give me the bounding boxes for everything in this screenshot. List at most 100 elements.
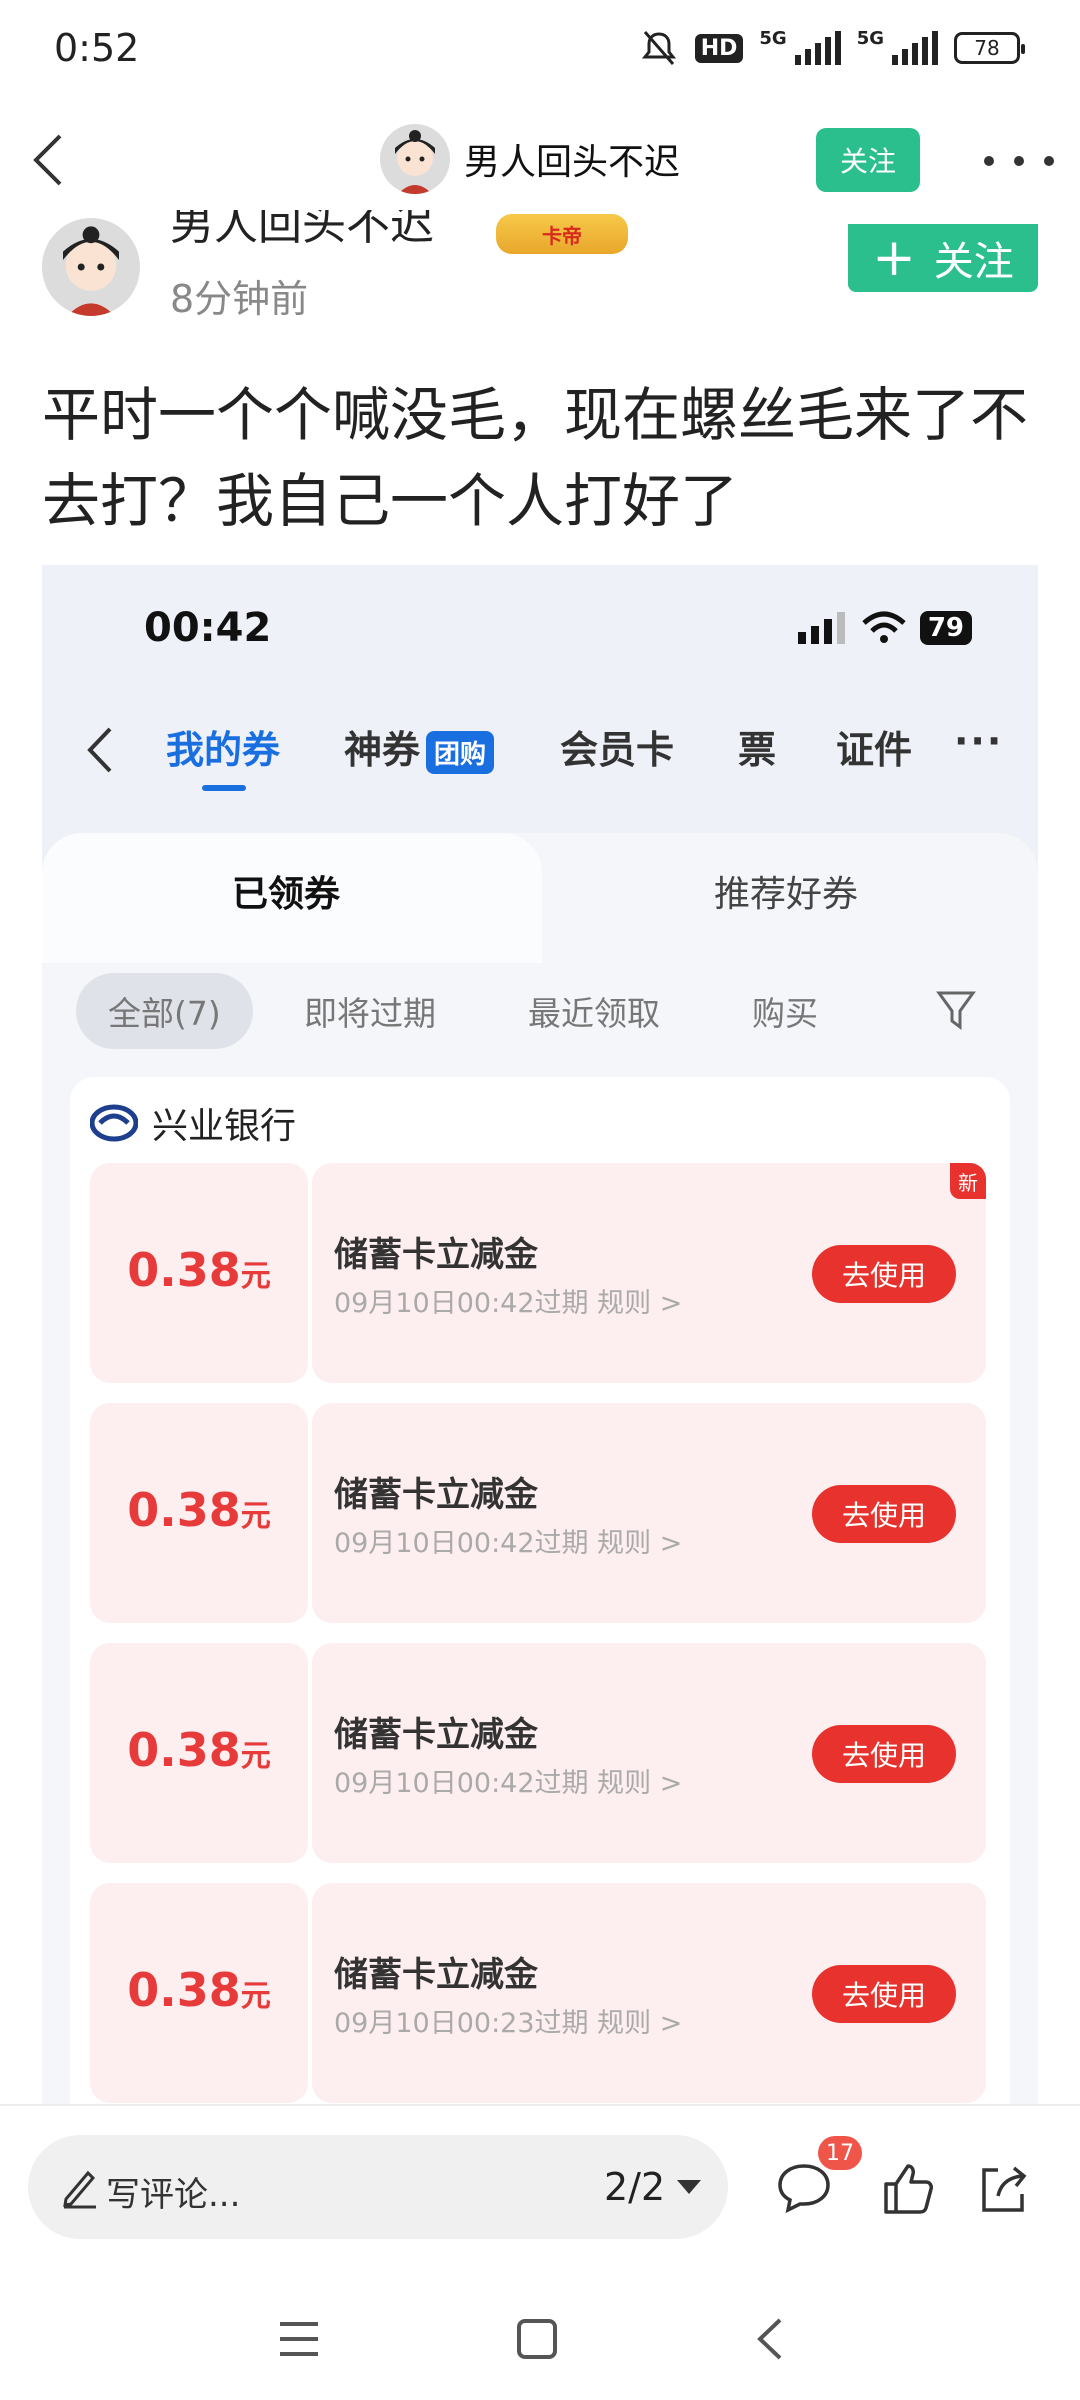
app-header: 男人回头不迟 关注 <box>0 110 1080 210</box>
bank-logo-icon <box>90 1104 138 1142</box>
coupon-amount: 0.38 <box>127 1963 241 2017</box>
coupon-rule-link[interactable]: 规则 > <box>597 1768 682 1799</box>
new-tag: 新 <box>950 1163 986 1199</box>
coupon-unit: 元 <box>240 1259 271 1294</box>
group-buy-badge: 团购 <box>426 731 495 774</box>
coupon-item[interactable]: 0.38 元 储蓄卡立减金 09月10日00:42过期 规则 > 去使用 新 <box>90 1163 986 1383</box>
comment-placeholder: 写评论... <box>106 2175 241 2215</box>
author-avatar[interactable] <box>42 218 140 316</box>
tab-tickets[interactable]: 票 <box>738 719 776 774</box>
comment-input[interactable]: 写评论... 2/2 <box>28 2135 728 2239</box>
battery-icon: 79 <box>919 611 972 645</box>
active-tab-indicator <box>202 785 246 791</box>
author-name[interactable]: 男人回头不迟 <box>170 210 434 252</box>
post-text: 平时一个个喊没毛，现在螺丝毛来了不去打？我自己一个人打好了 <box>42 381 1029 535</box>
coupon-rule-link[interactable]: 规则 > <box>597 1528 682 1559</box>
filter-all[interactable]: 全部(7) <box>76 973 253 1049</box>
mute-icon <box>641 31 676 65</box>
coupon-title: 储蓄卡立减金 <box>334 1715 538 1755</box>
coupon-amount-block: 0.38 元 <box>90 1403 308 1623</box>
comment-count-badge: 17 <box>818 2136 862 2170</box>
bank-header: 兴业银行 <box>90 1097 296 1149</box>
coupon-amount-block: 0.38 元 <box>90 1883 308 2103</box>
system-back-icon[interactable] <box>750 2314 790 2364</box>
share-icon[interactable] <box>976 2162 1032 2216</box>
coupon-expire-text: 09月10日00:23过期 <box>334 2008 589 2039</box>
segment-claimed[interactable]: 已领券 <box>232 865 340 917</box>
coupon-unit: 元 <box>240 1739 271 1774</box>
coupon-expiry: 09月10日00:23过期 规则 > <box>334 2001 682 2040</box>
coupon-expiry: 09月10日00:42过期 规则 > <box>334 1761 682 1800</box>
filter-recent[interactable]: 最近领取 <box>528 973 660 1049</box>
menu-icon[interactable] <box>276 2316 322 2362</box>
bank-name: 兴业银行 <box>152 1106 297 1147</box>
header-username[interactable]: 男人回头不迟 <box>464 133 680 185</box>
image-pager[interactable]: 2/2 <box>604 2165 702 2209</box>
filter-expiring[interactable]: 即将过期 <box>304 973 436 1049</box>
header-avatar[interactable] <box>380 124 450 194</box>
more-options-button[interactable] <box>984 146 1054 176</box>
filter-funnel-icon[interactable] <box>936 989 976 1033</box>
use-coupon-button[interactable]: 去使用 <box>812 1245 956 1303</box>
tab-god-coupons[interactable]: 神券 团购 <box>344 719 495 774</box>
coupon-item[interactable]: 0.38 元 储蓄卡立减金 09月10日00:42过期 规则 > 去使用 <box>90 1643 986 1863</box>
coupon-item[interactable]: 0.38 元 储蓄卡立减金 09月10日00:23过期 规则 > 去使用 <box>90 1883 986 2103</box>
status-time: 0:52 <box>54 26 140 70</box>
status-icons: HD 5G 5G 78 <box>639 28 1025 68</box>
header-user[interactable]: 男人回头不迟 <box>380 124 680 194</box>
coupon-item[interactable]: 0.38 元 储蓄卡立减金 09月10日00:42过期 规则 > 去使用 <box>90 1403 986 1623</box>
coupon-card: 兴业银行 0.38 元 储蓄卡立减金 09月10日00:42过期 规则 > 去使用… <box>70 1077 1010 2105</box>
coupon-title: 储蓄卡立减金 <box>334 1475 538 1515</box>
pager-text: 2/2 <box>604 2165 666 2209</box>
post-image[interactable]: 00:42 79 我的券 神券 团购 会员卡 票 证件 ··· 已领券 推荐好券 … <box>42 565 1038 2105</box>
coupon-expire-text: 09月10日00:42过期 <box>334 1528 589 1559</box>
coupon-details: 储蓄卡立减金 09月10日00:42过期 规则 > 去使用 <box>312 1643 986 1863</box>
coupon-details: 储蓄卡立减金 09月10日00:23过期 规则 > 去使用 <box>312 1883 986 2103</box>
tab-member-card[interactable]: 会员卡 <box>560 719 674 774</box>
caret-down-icon <box>677 2180 702 2194</box>
signal-icon <box>797 612 845 644</box>
pencil-icon <box>63 2170 96 2209</box>
coupon-details: 储蓄卡立减金 09月10日00:42过期 规则 > 去使用 <box>312 1403 986 1623</box>
use-coupon-button[interactable]: 去使用 <box>812 1965 956 2023</box>
status-bar: 0:52 HD 5G 5G 78 <box>0 0 1080 100</box>
filter-purchase[interactable]: 购买 <box>752 973 818 1049</box>
coupon-amount-block: 0.38 元 <box>90 1643 308 1863</box>
wifi-icon <box>862 611 906 643</box>
coupon-rule-link[interactable]: 规则 > <box>597 2008 682 2039</box>
coupon-amount: 0.38 <box>127 1243 241 1297</box>
coupon-title: 储蓄卡立减金 <box>334 1955 538 1995</box>
tab-my-coupons[interactable]: 我的券 <box>166 719 280 774</box>
coupon-rule-link[interactable]: 规则 > <box>597 1288 682 1319</box>
like-icon[interactable] <box>880 2162 936 2216</box>
post-time: 8分钟前 <box>170 277 309 320</box>
use-coupon-button[interactable]: 去使用 <box>812 1725 956 1783</box>
image-status-bar: 00:42 79 <box>42 565 1038 665</box>
nav-more-icon[interactable]: ··· <box>954 719 1003 763</box>
plus-icon: + <box>872 228 916 288</box>
coupon-expiry: 09月10日00:42过期 规则 > <box>334 1521 682 1560</box>
avatar-figure-icon <box>63 226 119 316</box>
image-status-icons: 79 <box>797 611 972 645</box>
coupon-amount: 0.38 <box>127 1483 241 1537</box>
author-row: 男人回头不迟 卡帝 8分钟前 + 关注 <box>0 210 1080 320</box>
signal-icon-2 <box>892 31 938 65</box>
coupon-amount: 0.38 <box>127 1723 241 1777</box>
coupon-expire-text: 09月10日00:42过期 <box>334 1288 589 1319</box>
segment-recommended[interactable]: 推荐好券 <box>714 865 858 917</box>
coupon-unit: 元 <box>240 1499 271 1534</box>
avatar-figure-icon <box>395 130 435 194</box>
header-follow-button[interactable]: 关注 <box>816 128 920 192</box>
comment-icon[interactable] <box>776 2162 832 2216</box>
follow-label: 关注 <box>933 239 1014 285</box>
coupon-details: 储蓄卡立减金 09月10日00:42过期 规则 > 去使用 新 <box>312 1163 986 1383</box>
use-coupon-button[interactable]: 去使用 <box>812 1485 956 1543</box>
battery-icon: 78 <box>954 32 1025 64</box>
signal-icon <box>794 31 841 65</box>
author-badge: 卡帝 <box>496 214 628 254</box>
tab-certificates[interactable]: 证件 <box>836 719 912 774</box>
follow-button[interactable]: + 关注 <box>848 224 1038 292</box>
back-button[interactable] <box>22 128 82 192</box>
home-icon[interactable] <box>514 2316 560 2362</box>
image-status-time: 00:42 <box>144 605 272 651</box>
